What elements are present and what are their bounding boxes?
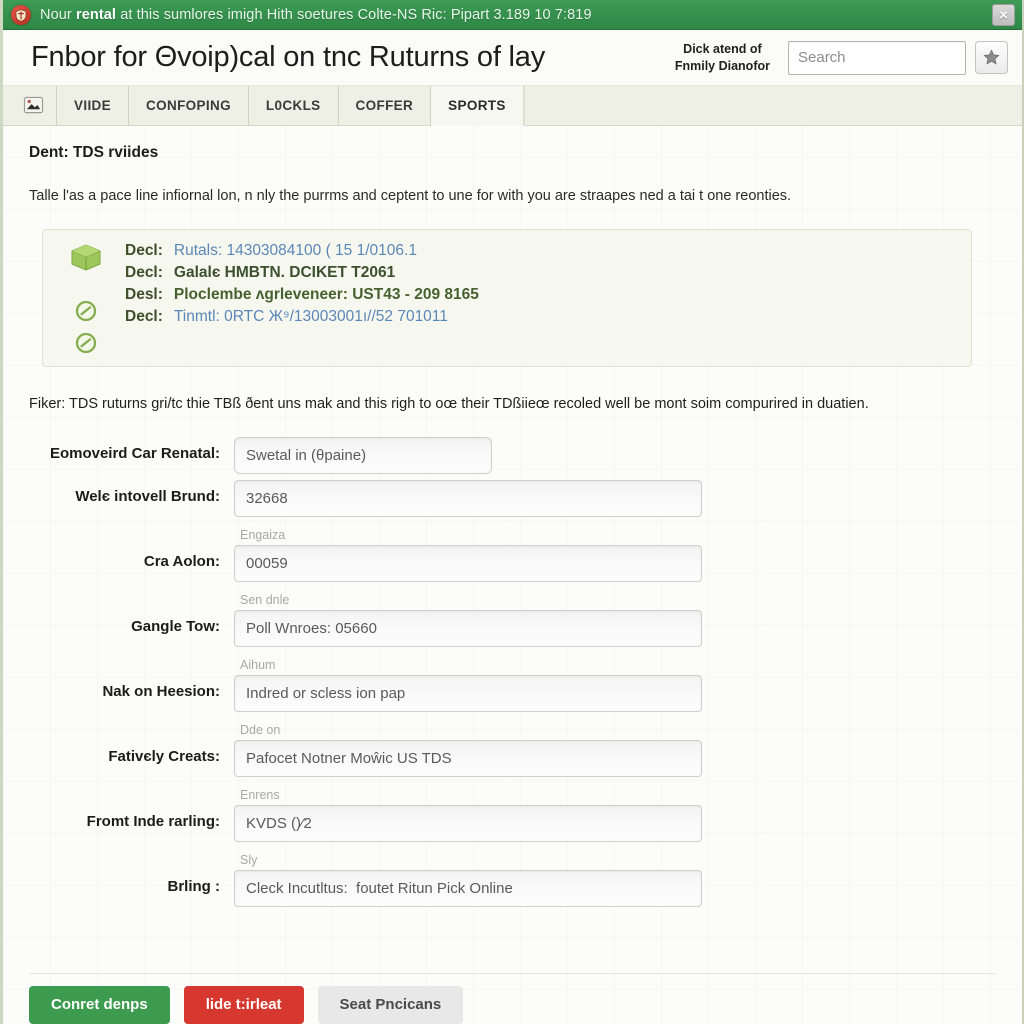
form-hint: Aihum xyxy=(240,658,276,673)
info-line-key: Decl: xyxy=(125,308,163,326)
tab-viide[interactable]: VIIDE xyxy=(57,86,130,125)
star-icon[interactable] xyxy=(975,41,1008,74)
form-row: Fromt Inde rarling: Enrens xyxy=(29,783,996,843)
gangle-tow-input[interactable] xyxy=(234,610,702,648)
header-note-line2: Fnmily Dianofor xyxy=(674,58,770,73)
form-field xyxy=(234,480,996,518)
form-actions: Conret denps lide t:irleat Seat Pncicans xyxy=(29,972,996,1024)
window-title-bold: rental xyxy=(75,7,117,23)
form-field: Sen dnle xyxy=(234,588,996,648)
brling-input[interactable] xyxy=(234,870,702,908)
info-line: Decl: Tinmtl: 0RTC Ж⁹/13003001ı//52 70101… xyxy=(125,306,957,328)
page-title: Fnbor for Θvoip)cal on tnc Ruturns of la… xyxy=(31,41,546,73)
info-line-key: Decl: xyxy=(125,264,163,282)
info-panel-lines: Decl: Rutals: 14303084100 ( 15 1/0106.1 D… xyxy=(125,240,957,354)
form-label: Fativєly Creats: xyxy=(108,748,220,766)
tab-lockls[interactable]: L0CKLS xyxy=(249,86,339,125)
form-hint: Engaiza xyxy=(240,528,286,543)
tab-coffer[interactable]: COFFER xyxy=(339,86,432,125)
search-input[interactable] xyxy=(788,40,966,75)
header-note-line1: Dick atend of xyxy=(683,41,762,56)
tab-label: L0CKLS xyxy=(265,98,321,113)
form-field: Enrens xyxy=(234,783,996,843)
fromt-inde-rarling-input[interactable] xyxy=(234,805,702,843)
form-hint: Dde on xyxy=(240,723,281,738)
tab-label: COFFER xyxy=(355,98,414,113)
form-label: Gangle Tow: xyxy=(131,618,220,636)
info-panel-icons xyxy=(57,240,115,354)
form-row: Gangle Tow: Sen dnle xyxy=(29,588,996,648)
nak-on-heesion-input[interactable] xyxy=(234,675,702,713)
shield-icon xyxy=(11,5,31,25)
info-line: Decl: Galalє HMBTN. DCIKET T2061 xyxy=(125,262,957,284)
form-hint: Enrens xyxy=(240,788,280,803)
submit-button[interactable]: Conret denps xyxy=(29,985,170,1024)
form-label: Nak on Heesion: xyxy=(102,683,220,701)
window-titlebar: Nour rental at this sumlores imigh Hith … xyxy=(3,0,1022,30)
form-field: Aihum xyxy=(234,653,996,713)
tab-label: VIIDE xyxy=(74,98,112,113)
form-row: Fativєly Creats: Dde on xyxy=(29,718,996,778)
tab-confoping[interactable]: CONFOPING xyxy=(129,86,249,125)
form-label: Brling : xyxy=(167,878,221,896)
close-icon[interactable]: × xyxy=(992,4,1015,26)
form-row: Eomoveird Car Renatal: xyxy=(29,437,996,475)
info-line-value: Tinmtl: 0RTC Ж⁹/13003001ı//52 701011 xyxy=(173,308,448,326)
window-title-after: at this sumlores imigh Hith soetures Col… xyxy=(116,7,592,23)
section-title: Dent: TDS rviides xyxy=(29,144,159,161)
tds-form: Eomoveird Car Renatal: Welє intovell Bru… xyxy=(29,437,996,908)
window-title: Nour rental at this sumlores imigh Hith … xyxy=(40,7,592,23)
form-row: Brling : Sly xyxy=(29,848,996,908)
form-label: Cra Aolon: xyxy=(143,553,220,571)
tab-label: CONFOPING xyxy=(146,98,231,113)
intovell-brund-input[interactable] xyxy=(234,480,702,518)
info-line-value: Rutals: 14303084100 ( 15 1/0106.1 xyxy=(173,242,417,260)
form-field: Engaiza xyxy=(234,523,996,583)
box-icon xyxy=(69,242,103,272)
main-content: Dent: TDS rviides Talle l'as a pace line… xyxy=(3,126,1022,963)
intro-paragraph: Talle l'as a pace line infiornal lon, n … xyxy=(29,188,792,204)
info-line-key: Decl: xyxy=(125,242,163,260)
blank-icon xyxy=(75,282,97,290)
tab-label: SPORTS xyxy=(448,98,506,113)
header-note: Dick atend of Fnmily Dianofor xyxy=(675,41,770,75)
form-row: Nak on Heesion: Aihum xyxy=(29,653,996,713)
application-window: Nour rental at this sumlores imigh Hith … xyxy=(0,0,1024,1024)
form-row: Welє intovell Brund: xyxy=(29,480,996,518)
info-line: Decl: Rutals: 14303084100 ( 15 1/0106.1 xyxy=(125,240,957,262)
no-entry-icon xyxy=(75,300,97,322)
search-area xyxy=(788,40,1008,75)
secondary-button[interactable]: Seat Pncicans xyxy=(317,985,464,1024)
form-label: Eomoveird Car Renatal: xyxy=(49,445,220,463)
tab-bar-filler xyxy=(523,86,1022,125)
form-field xyxy=(234,437,996,475)
form-hint: Sen dnle xyxy=(240,593,290,608)
fativly-creats-input[interactable] xyxy=(234,740,702,778)
note-paragraph: Fiker: TDS ruturns gri/tc thie TBß ðent … xyxy=(29,396,869,413)
tab-bar: VIIDE CONFOPING L0CKLS COFFER SPORTS xyxy=(3,86,1022,126)
info-line: Desl: Ploclembe ʌgrleveneer: UST43 - 209 … xyxy=(125,284,957,306)
car-rental-input[interactable] xyxy=(234,437,492,475)
window-title-before: Nour xyxy=(40,7,76,23)
tab-sports[interactable]: SPORTS xyxy=(431,86,524,125)
form-hint: Sly xyxy=(240,853,258,868)
info-line-key: Desl: xyxy=(125,286,163,304)
cra-aolon-input[interactable] xyxy=(234,545,702,583)
info-line-value: Galalє HMBTN. DCIKET T2061 xyxy=(173,264,396,282)
form-field: Sly xyxy=(234,848,996,908)
form-label: Welє intovell Brund: xyxy=(75,488,220,506)
info-line-value: Ploclembe ʌgrleveneer: UST43 - 209 8165 xyxy=(173,286,479,304)
form-label: Fromt Inde rarling: xyxy=(86,813,220,831)
form-field: Dde on xyxy=(234,718,996,778)
page-icon[interactable] xyxy=(11,86,57,125)
info-panel: Decl: Rutals: 14303084100 ( 15 1/0106.1 D… xyxy=(42,229,972,368)
no-entry-icon xyxy=(75,332,97,354)
form-row: Cra Aolon: Engaiza xyxy=(29,523,996,583)
delete-button[interactable]: lide t:irleat xyxy=(183,985,304,1024)
page-header: Fnbor for Θvoip)cal on tnc Ruturns of la… xyxy=(3,30,1022,86)
